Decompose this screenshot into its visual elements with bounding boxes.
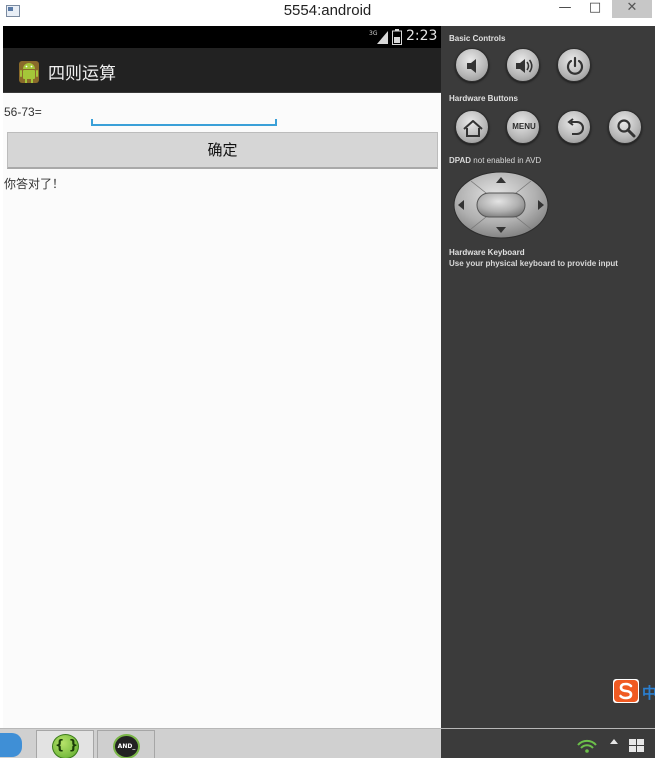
back-button[interactable] [557,110,591,144]
action-bar: 四则运算 [3,48,441,93]
android-emulator-glyph: AND_ [117,743,136,750]
dpad-label-bold: DPAD [449,156,472,165]
battery-icon [392,29,402,45]
sogou-s-icon [614,680,638,702]
input-underline-right-tick [275,119,277,126]
taskbar-item-json-editor[interactable]: { } [36,730,94,758]
sogou-ime-badge[interactable] [613,679,639,703]
confirm-button[interactable]: 确定 [7,132,438,169]
result-text: 你答对了！ [4,177,65,191]
dpad-label-rest: not enabled in AVD [471,156,542,165]
action-center-flag-icon[interactable] [629,739,645,753]
power-icon [566,56,584,75]
dpad-status-label: DPAD not enabled in AVD [449,156,541,165]
home-icon [463,120,483,137]
windows-taskbar: { } AND_ [0,728,655,758]
input-underline-left-tick [91,119,93,126]
emulator-controls-panel: Basic Controls Hardware Buttons MENU DPA… [441,26,655,728]
emulator-screen: 3G 2:23 四则运算 56-73= 确定 你答对了！ [3,26,441,728]
status-clock: 2:23 [406,28,438,44]
search-icon [617,119,636,138]
app-title: 四则运算 [48,64,116,84]
maximize-button[interactable]: □ [582,0,608,18]
dpad-control[interactable] [453,171,549,239]
search-button[interactable] [608,110,642,144]
volume-up-icon [516,59,533,73]
window-titlebar: 5554:android — □ ✕ [0,0,655,26]
system-tray [441,729,655,758]
volume-down-button[interactable] [455,48,489,82]
close-button[interactable]: ✕ [612,0,652,18]
hardware-keyboard-label: Hardware Keyboard [449,248,525,257]
taskbar-item-android-emulator[interactable]: AND_ [97,730,155,758]
menu-button-label: MENU [512,122,536,131]
basic-controls-label: Basic Controls [449,34,506,43]
volume-up-button[interactable] [506,48,540,82]
android-robot-icon [19,61,39,83]
minimize-button[interactable]: — [552,0,578,18]
ime-language-indicator[interactable]: 中 [642,682,655,703]
network-type-label: 3G [369,30,378,37]
answer-input[interactable] [91,102,277,126]
home-button[interactable] [455,110,489,144]
question-label: 56-73= [4,105,42,119]
android-emulator-app-icon: AND_ [113,734,140,758]
network-tray-icon[interactable] [576,737,598,753]
hardware-buttons-label: Hardware Buttons [449,94,518,103]
menu-button[interactable]: MENU [506,110,540,144]
hardware-keyboard-note: Use your physical keyboard to provide in… [449,259,618,268]
back-icon [567,118,584,135]
signal-icon: 3G [369,30,388,44]
power-button[interactable] [557,48,591,82]
show-hidden-icons-arrow[interactable] [610,739,618,744]
start-button[interactable] [0,733,22,757]
json-glyph: { } [54,738,79,753]
volume-down-icon [467,59,476,73]
status-bar: 3G 2:23 [3,26,441,48]
json-app-icon: { } [52,734,79,758]
